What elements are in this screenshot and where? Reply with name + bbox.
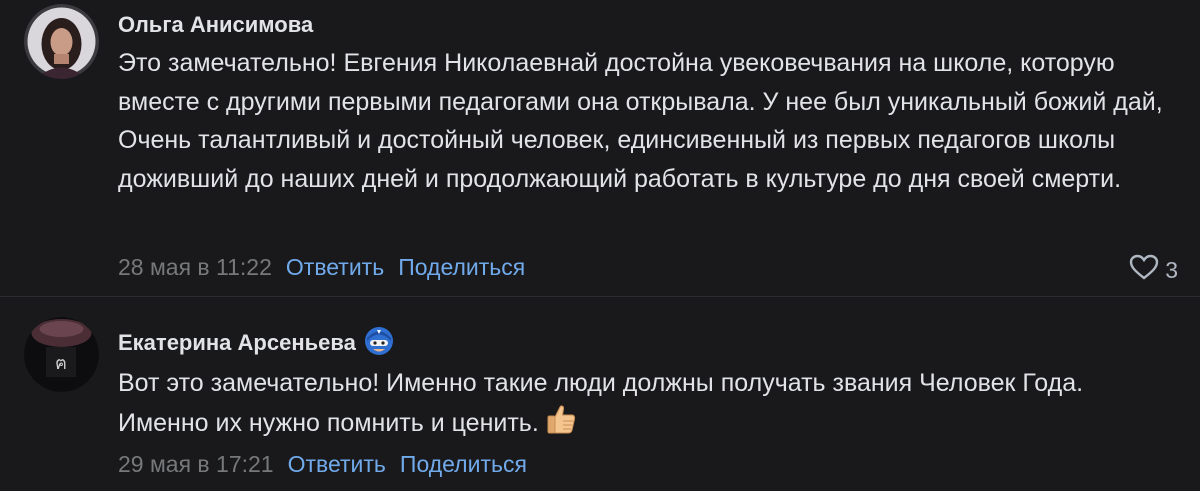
reply-button[interactable]: Ответить (288, 451, 386, 477)
thumbs-up-emoji-icon (545, 403, 577, 447)
reply-button[interactable]: Ответить (286, 254, 384, 280)
avatar[interactable] (24, 4, 99, 79)
author-name[interactable]: Екатерина Арсеньева (118, 330, 356, 355)
comment-text: Вот это замечательно! Именно такие люди … (118, 364, 1178, 446)
avatar[interactable]: ฅ (24, 317, 99, 392)
like-button[interactable]: 3 (1129, 254, 1178, 286)
comment-author: Екатерина Арсеньева (118, 326, 394, 362)
divider (0, 296, 1200, 297)
like-count: 3 (1165, 256, 1178, 283)
comment-time[interactable]: 29 мая в 17:21 (118, 451, 274, 477)
superhero-badge-icon (364, 326, 394, 362)
comment-meta: 29 мая в 17:21 Ответить Поделиться (118, 451, 527, 478)
comment-time[interactable]: 28 мая в 11:22 (118, 254, 272, 280)
svg-text:ฅ: ฅ (55, 353, 67, 374)
share-button[interactable]: Поделиться (400, 451, 527, 477)
comment-text: Это замечательно! Евгения Николаевнай до… (118, 49, 1163, 193)
comment-meta: 28 мая в 11:22 Ответить Поделиться (118, 254, 525, 281)
comments-page: Ольга Анисимова Это замечательно! Евгени… (0, 0, 1200, 491)
heart-outline-icon (1129, 254, 1159, 286)
comment-author[interactable]: Ольга Анисимова (118, 12, 313, 38)
share-button[interactable]: Поделиться (398, 254, 525, 280)
comment-text-body: Вот это замечательно! Именно такие люди … (118, 369, 1084, 437)
